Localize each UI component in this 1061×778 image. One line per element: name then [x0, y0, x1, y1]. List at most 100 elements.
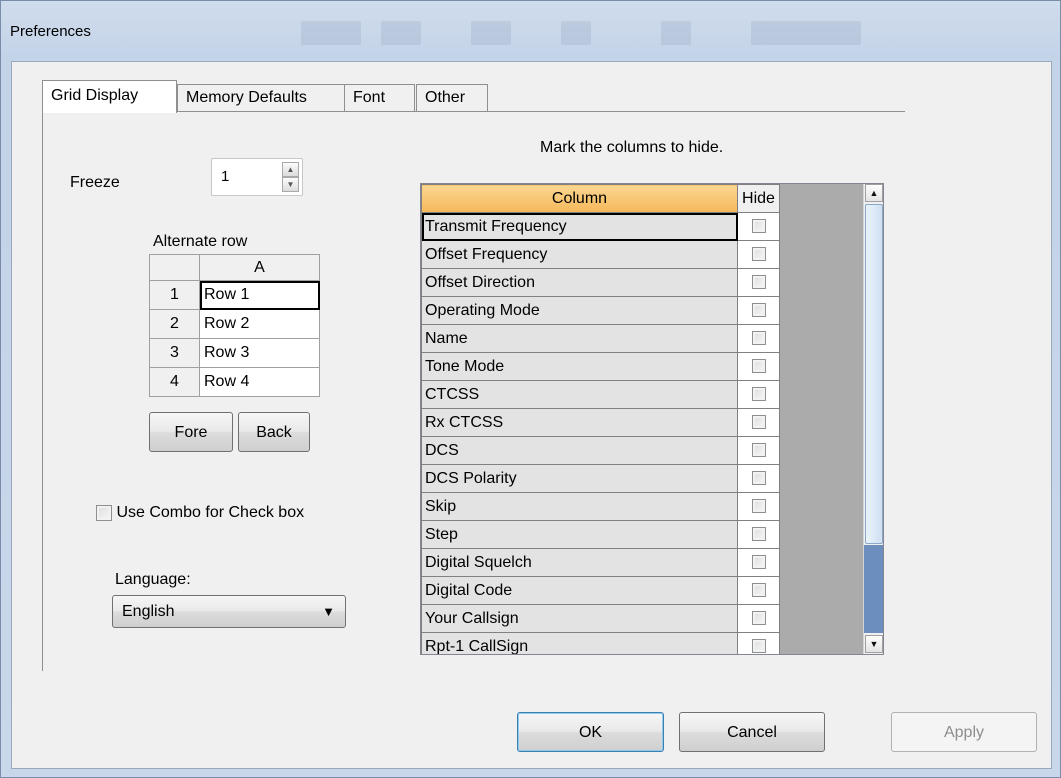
- use-combo-checkbox-row[interactable]: Use Combo for Check box: [96, 504, 304, 522]
- use-combo-label: Use Combo for Check box: [116, 504, 305, 521]
- hide-checkbox[interactable]: [751, 247, 766, 262]
- scrollbar-track[interactable]: [864, 545, 883, 633]
- table-row[interactable]: Rpt-1 CallSign: [421, 632, 780, 654]
- use-combo-checkbox[interactable]: [96, 505, 112, 521]
- ok-button[interactable]: OK: [517, 712, 664, 752]
- hide-cell[interactable]: [737, 324, 780, 353]
- column-name-cell[interactable]: Step: [421, 520, 738, 549]
- hide-cell[interactable]: [737, 352, 780, 381]
- hide-cell[interactable]: [737, 464, 780, 493]
- table-row[interactable]: 3 Row 3: [149, 338, 320, 368]
- hide-checkbox[interactable]: [751, 471, 766, 486]
- apply-button[interactable]: Apply: [891, 712, 1037, 752]
- column-name-cell[interactable]: Operating Mode: [421, 296, 738, 325]
- table-row[interactable]: CTCSS: [421, 380, 780, 409]
- hide-cell[interactable]: [737, 268, 780, 297]
- table-row[interactable]: 2 Row 2: [149, 309, 320, 339]
- table-row[interactable]: Tone Mode: [421, 352, 780, 381]
- column-name-cell[interactable]: Tone Mode: [421, 352, 738, 381]
- table-row[interactable]: Rx CTCSS: [421, 408, 780, 437]
- tab-grid-display[interactable]: Grid Display: [42, 80, 177, 113]
- hide-checkbox[interactable]: [751, 583, 766, 598]
- fore-button[interactable]: Fore: [149, 412, 233, 452]
- column-name-cell[interactable]: CTCSS: [421, 380, 738, 409]
- hide-header[interactable]: Hide: [737, 184, 780, 213]
- column-name-cell[interactable]: Rpt-1 CallSign: [421, 632, 738, 654]
- tab-other[interactable]: Other: [416, 84, 488, 112]
- column-name-cell[interactable]: Rx CTCSS: [421, 408, 738, 437]
- row-cell[interactable]: Row 1: [199, 280, 320, 310]
- row-cell[interactable]: Row 4: [199, 367, 320, 397]
- hide-checkbox[interactable]: [751, 527, 766, 542]
- hide-checkbox[interactable]: [751, 303, 766, 318]
- table-row[interactable]: Transmit Frequency: [421, 212, 780, 241]
- hide-cell[interactable]: [737, 408, 780, 437]
- hide-checkbox[interactable]: [751, 275, 766, 290]
- table-row[interactable]: 1 Row 1: [149, 280, 320, 310]
- hide-checkbox[interactable]: [751, 499, 766, 514]
- row-cell[interactable]: Row 3: [199, 338, 320, 368]
- hide-cell[interactable]: [737, 380, 780, 409]
- hide-cell[interactable]: [737, 604, 780, 633]
- table-row[interactable]: 4 Row 4: [149, 367, 320, 397]
- table-row[interactable]: DCS: [421, 436, 780, 465]
- table-row[interactable]: Name: [421, 324, 780, 353]
- scroll-up-icon[interactable]: ▲: [865, 184, 883, 202]
- row-cell[interactable]: Row 2: [199, 309, 320, 339]
- table-row[interactable]: Digital Code: [421, 576, 780, 605]
- hide-checkbox[interactable]: [751, 359, 766, 374]
- hide-cell[interactable]: [737, 632, 780, 654]
- spin-up-icon[interactable]: ▲: [282, 162, 299, 177]
- hide-cell[interactable]: [737, 296, 780, 325]
- back-button[interactable]: Back: [238, 412, 310, 452]
- table-row[interactable]: Your Callsign: [421, 604, 780, 633]
- tab-font[interactable]: Font: [344, 84, 415, 112]
- hide-checkbox[interactable]: [751, 219, 766, 234]
- column-name-cell[interactable]: DCS Polarity: [421, 464, 738, 493]
- vertical-scrollbar[interactable]: ▲ ▼: [863, 184, 883, 654]
- hide-checkbox[interactable]: [751, 387, 766, 402]
- alt-column-header: A: [199, 254, 320, 281]
- column-name-cell[interactable]: Digital Code: [421, 576, 738, 605]
- freeze-spinner[interactable]: 1 ▲ ▼: [211, 158, 303, 196]
- hide-cell[interactable]: [737, 548, 780, 577]
- title-bar[interactable]: Preferences: [1, 1, 1060, 61]
- language-select[interactable]: English ▼: [112, 595, 346, 628]
- hide-cell[interactable]: [737, 212, 780, 241]
- hide-checkbox[interactable]: [751, 415, 766, 430]
- column-name-cell[interactable]: Name: [421, 324, 738, 353]
- column-name-cell[interactable]: Digital Squelch: [421, 548, 738, 577]
- cancel-button[interactable]: Cancel: [679, 712, 825, 752]
- hide-checkbox[interactable]: [751, 611, 766, 626]
- freeze-value[interactable]: 1: [221, 168, 229, 185]
- table-row[interactable]: Offset Frequency: [421, 240, 780, 269]
- spin-down-icon[interactable]: ▼: [282, 177, 299, 192]
- hide-cell[interactable]: [737, 240, 780, 269]
- column-name-cell[interactable]: Offset Direction: [421, 268, 738, 297]
- table-row[interactable]: Offset Direction: [421, 268, 780, 297]
- table-row[interactable]: DCS Polarity: [421, 464, 780, 493]
- scroll-down-icon[interactable]: ▼: [865, 635, 883, 653]
- table-row[interactable]: Step: [421, 520, 780, 549]
- hide-checkbox[interactable]: [751, 555, 766, 570]
- column-name-cell[interactable]: Transmit Frequency: [421, 212, 738, 241]
- column-name-cell[interactable]: DCS: [421, 436, 738, 465]
- hide-cell[interactable]: [737, 576, 780, 605]
- columns-grid[interactable]: Column Hide Transmit Frequency Offset Fre…: [420, 183, 884, 655]
- column-name-cell[interactable]: Your Callsign: [421, 604, 738, 633]
- hide-checkbox[interactable]: [751, 639, 766, 654]
- tab-memory-defaults[interactable]: Memory Defaults: [177, 84, 345, 112]
- table-row[interactable]: Digital Squelch: [421, 548, 780, 577]
- column-header[interactable]: Column: [421, 184, 738, 213]
- chevron-down-icon[interactable]: ▼: [322, 604, 335, 619]
- column-name-cell[interactable]: Skip: [421, 492, 738, 521]
- hide-cell[interactable]: [737, 436, 780, 465]
- table-row[interactable]: Operating Mode: [421, 296, 780, 325]
- table-row[interactable]: Skip: [421, 492, 780, 521]
- column-name-cell[interactable]: Offset Frequency: [421, 240, 738, 269]
- hide-checkbox[interactable]: [751, 443, 766, 458]
- scrollbar-thumb[interactable]: [865, 204, 883, 544]
- hide-cell[interactable]: [737, 492, 780, 521]
- hide-cell[interactable]: [737, 520, 780, 549]
- hide-checkbox[interactable]: [751, 331, 766, 346]
